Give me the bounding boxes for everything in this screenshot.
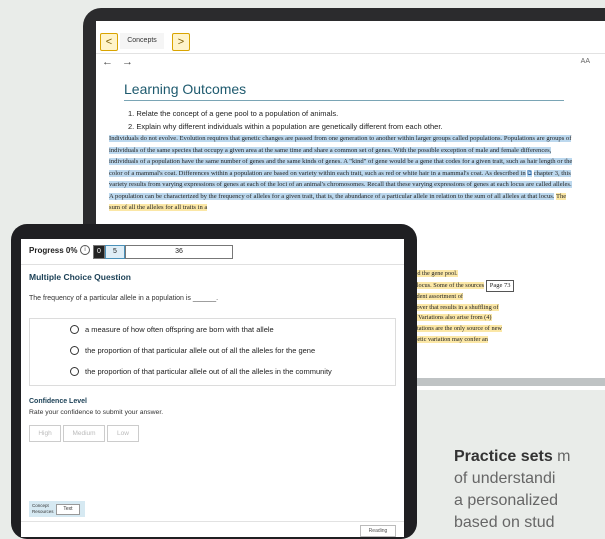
confidence-subtitle: Rate your confidence to submit your answ… [29, 409, 164, 416]
marketing-text: a personalized [454, 492, 559, 509]
radio-icon[interactable] [70, 367, 79, 376]
question-text: The frequency of a particular allele in … [29, 295, 219, 302]
marketing-heading: Practice sets [454, 448, 553, 465]
reader-nav-row: ← → AA ↩ [96, 53, 605, 70]
confidence-high-button[interactable]: High [29, 425, 61, 442]
confidence-medium-button[interactable]: Medium [63, 425, 105, 442]
tablet-frame: Progress 0% i 0 5 36 Multiple Choice Que… [11, 224, 417, 539]
tab-concepts[interactable]: Concepts [120, 33, 164, 49]
reading-button[interactable]: Reading [360, 525, 396, 537]
font-size-button[interactable]: AA [581, 58, 590, 65]
answer-option-label: the proportion of that particular allele… [85, 367, 332, 376]
marketing-text: based on stud [454, 514, 555, 531]
reading-passage: Individuals do not evolve. Evolution req… [109, 133, 577, 214]
confidence-low-button[interactable]: Low [107, 425, 139, 442]
page-reference: Page 73 [485, 279, 515, 293]
concept-resources-panel: Concept Resources Text [29, 501, 85, 517]
reading-passage-continued: and is called the gene pool. les at each… [389, 269, 577, 345]
marketing-copy: Practice sets m of understandi a persona… [454, 446, 605, 534]
answer-option-label: a measure of how often offspring are bor… [85, 325, 274, 334]
radio-icon[interactable] [70, 325, 79, 334]
confidence-title: Confidence Level [29, 398, 87, 405]
progress-count-current: 5 [105, 245, 125, 259]
progress-label: Progress 0% [29, 246, 78, 255]
progress-count-completed: 0 [93, 245, 105, 259]
answer-option[interactable]: the proportion of that particular allele… [70, 367, 332, 376]
divider [21, 264, 404, 265]
answer-option-label: the proportion of that particular allele… [85, 346, 316, 355]
back-arrow-icon[interactable]: ← [102, 56, 113, 68]
answer-options: a measure of how often offspring are bor… [29, 318, 396, 386]
answer-option[interactable]: the proportion of that particular allele… [70, 346, 315, 355]
marketing-text: m [552, 448, 571, 465]
learning-outcomes: Learning Outcomes 1. Relate the concept … [124, 81, 564, 133]
outcome-item: 1. Relate the concept of a gene pool to … [128, 109, 339, 118]
text-resource-button[interactable]: Text [56, 504, 80, 515]
divider [21, 521, 404, 522]
answer-option[interactable]: a measure of how often offspring are bor… [70, 325, 274, 334]
marketing-text: of understandi [454, 470, 556, 487]
progress-count-total: 36 [125, 245, 233, 259]
tab-next-button[interactable]: > [172, 33, 190, 51]
progress-bar: Progress 0% i 0 5 36 [29, 245, 399, 259]
highlighted-text[interactable]: Individuals do not evolve. Evolution req… [109, 135, 573, 177]
concept-tab-bar: < Concepts > [96, 33, 605, 51]
tab-prev-button[interactable]: < [100, 33, 118, 51]
radio-icon[interactable] [70, 346, 79, 355]
concept-resources-label: Concept Resources [32, 503, 54, 514]
practice-question-screen: Progress 0% i 0 5 36 Multiple Choice Que… [21, 239, 404, 537]
forward-arrow-icon[interactable]: → [122, 56, 133, 68]
link-icon[interactable]: ⧉ [527, 169, 532, 177]
outcome-item: 2. Explain why different individuals wit… [128, 122, 443, 131]
outcomes-title: Learning Outcomes [124, 81, 564, 101]
info-icon[interactable]: i [80, 245, 90, 255]
question-title: Multiple Choice Question [29, 272, 132, 282]
